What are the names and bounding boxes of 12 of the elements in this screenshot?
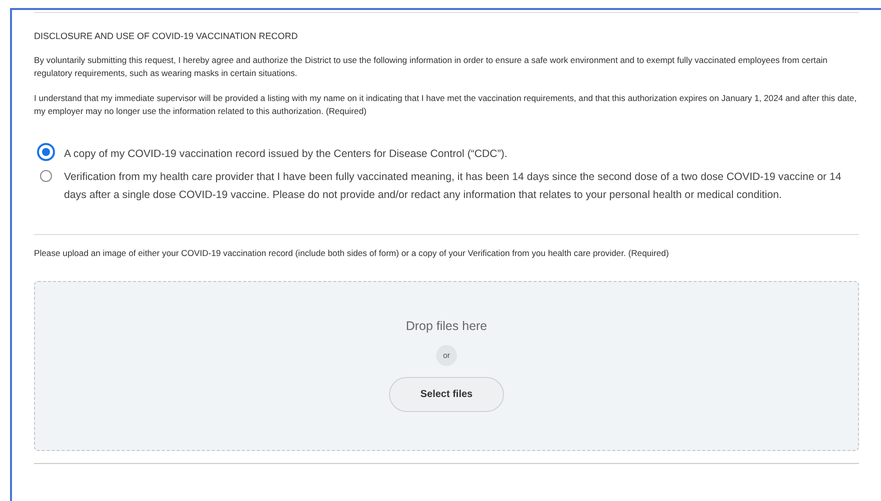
paragraph: I understand that my immediate supervisor will be provided a listing with my name on it indicating that I have met the vaccination requirements, and that this authorization expires on January 1, 2024 and after this date, my employer may no longer use the information related to this authorization. (Required)	[34, 92, 858, 117]
drop-zone[interactable]: Drop files here or Select files	[34, 280, 859, 450]
section-title: DISCLOSURE AND USE OF COVID-19 VACCINATION RECORD	[34, 31, 299, 41]
paragraph: By voluntarily submitting this request, I hereby agree and authorize the District to use the following information in order to ensure a safe work environment and to exempt fully vaccinated employees from certain regulatory requirements, such as wearing masks in certain situations.	[34, 54, 828, 79]
radio-button[interactable]	[40, 170, 52, 182]
drop-text: Drop files here	[406, 318, 488, 332]
option-label: A copy of my COVID-19 vaccination record issued by the Centers for Disease Control (“CDC”).	[64, 147, 508, 162]
radio-button[interactable]	[37, 143, 55, 161]
or-label: or	[436, 344, 457, 366]
select-files-button[interactable]: Select files	[389, 376, 504, 412]
upload-prompt: Please upload an image of either your COVID-19 vaccination record (include both sides of form) or a copy of your Verification from you health care provider. (Required)	[34, 247, 670, 260]
option-label: Verification from my health care provider that I have been fully vaccinated meaning, it has been 14 days since the second dose of a two dose COVID-19 vaccine or 14 days after a single dose COVID-19 vaccine. Please do not provide and/or redact any information that relates to your personal health or medical condition.	[64, 170, 842, 203]
